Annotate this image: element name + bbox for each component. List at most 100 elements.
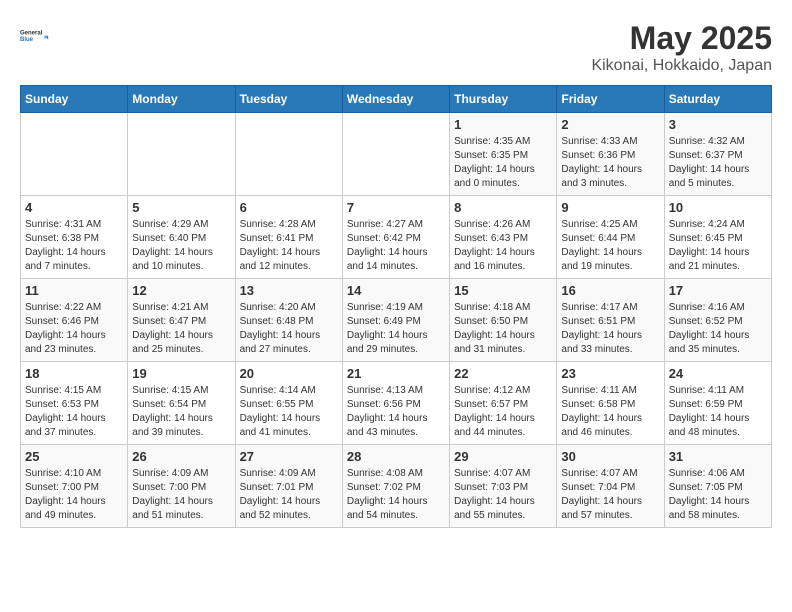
- day-info: Sunrise: 4:20 AM Sunset: 6:48 PM Dayligh…: [240, 301, 338, 357]
- calendar-cell: 11Sunrise: 4:22 AM Sunset: 6:46 PM Dayli…: [21, 279, 128, 362]
- calendar-cell: 24Sunrise: 4:11 AM Sunset: 6:59 PM Dayli…: [664, 362, 771, 445]
- calendar-cell: 2 Sunrise: 4:33 AM Sunset: 6:36 PM Daylig…: [557, 113, 664, 196]
- calendar-cell: 10Sunrise: 4:24 AM Sunset: 6:45 PM Dayli…: [664, 196, 771, 279]
- calendar-cell: 17 Sunrise: 4:16 AM Sunset: 6:52 PM Dayli…: [664, 279, 771, 362]
- day-info: Sunrise: 4:09 AM Sunset: 7:00 PM Dayligh…: [132, 467, 230, 523]
- calendar-week-1: 1 Sunrise: 4:35 AM Sunset: 6:35 PM Daylig…: [21, 113, 772, 196]
- calendar-cell: 16Sunrise: 4:17 AM Sunset: 6:51 PM Dayli…: [557, 279, 664, 362]
- day-header-saturday: Saturday: [664, 86, 771, 113]
- day-number: 6: [240, 200, 338, 215]
- day-number: 28: [347, 449, 445, 464]
- calendar-week-2: 4 Sunrise: 4:31 AM Sunset: 6:38 PM Daylig…: [21, 196, 772, 279]
- day-info: Sunrise: 4:10 AM Sunset: 7:00 PM Dayligh…: [25, 467, 123, 523]
- day-info: Sunrise: 4:31 AM Sunset: 6:38 PM Dayligh…: [25, 218, 123, 274]
- calendar-cell: 9 Sunrise: 4:25 AM Sunset: 6:44 PM Daylig…: [557, 196, 664, 279]
- day-header-friday: Friday: [557, 86, 664, 113]
- calendar-cell: 4 Sunrise: 4:31 AM Sunset: 6:38 PM Daylig…: [21, 196, 128, 279]
- day-info: Sunrise: 4:11 AM Sunset: 6:58 PM Dayligh…: [561, 384, 659, 440]
- calendar-cell: [128, 113, 235, 196]
- day-number: 15: [454, 283, 552, 298]
- day-info: Sunrise: 4:21 AM Sunset: 6:47 PM Dayligh…: [132, 301, 230, 357]
- calendar-cell: [342, 113, 449, 196]
- day-info: Sunrise: 4:33 AM Sunset: 6:36 PM Dayligh…: [561, 135, 659, 191]
- day-number: 3: [669, 117, 767, 132]
- day-number: 24: [669, 366, 767, 381]
- day-header-sunday: Sunday: [21, 86, 128, 113]
- day-number: 17: [669, 283, 767, 298]
- logo-icon: GeneralBlue: [20, 20, 50, 50]
- day-number: 20: [240, 366, 338, 381]
- day-number: 4: [25, 200, 123, 215]
- calendar-cell: [21, 113, 128, 196]
- svg-text:General: General: [20, 30, 43, 36]
- calendar-cell: 19 Sunrise: 4:15 AM Sunset: 6:54 PM Dayli…: [128, 362, 235, 445]
- day-info: Sunrise: 4:16 AM Sunset: 6:52 PM Dayligh…: [669, 301, 767, 357]
- day-header-tuesday: Tuesday: [235, 86, 342, 113]
- day-info: Sunrise: 4:08 AM Sunset: 7:02 PM Dayligh…: [347, 467, 445, 523]
- calendar-title: May 2025: [591, 20, 772, 57]
- days-header-row: SundayMondayTuesdayWednesdayThursdayFrid…: [21, 86, 772, 113]
- calendar-week-3: 11Sunrise: 4:22 AM Sunset: 6:46 PM Dayli…: [21, 279, 772, 362]
- calendar-cell: 8 Sunrise: 4:26 AM Sunset: 6:43 PM Daylig…: [450, 196, 557, 279]
- day-header-monday: Monday: [128, 86, 235, 113]
- calendar-subtitle: Kikonai, Hokkaido, Japan: [591, 57, 772, 75]
- day-info: Sunrise: 4:35 AM Sunset: 6:35 PM Dayligh…: [454, 135, 552, 191]
- calendar-cell: 13 Sunrise: 4:20 AM Sunset: 6:48 PM Dayli…: [235, 279, 342, 362]
- day-number: 14: [347, 283, 445, 298]
- day-number: 2: [561, 117, 659, 132]
- day-info: Sunrise: 4:29 AM Sunset: 6:40 PM Dayligh…: [132, 218, 230, 274]
- calendar-week-4: 18 Sunrise: 4:15 AM Sunset: 6:53 PM Dayli…: [21, 362, 772, 445]
- day-number: 8: [454, 200, 552, 215]
- calendar-cell: [235, 113, 342, 196]
- day-number: 27: [240, 449, 338, 464]
- calendar-cell: 18 Sunrise: 4:15 AM Sunset: 6:53 PM Dayli…: [21, 362, 128, 445]
- day-number: 29: [454, 449, 552, 464]
- day-info: Sunrise: 4:15 AM Sunset: 6:53 PM Dayligh…: [25, 384, 123, 440]
- day-info: Sunrise: 4:12 AM Sunset: 6:57 PM Dayligh…: [454, 384, 552, 440]
- calendar-cell: 28 Sunrise: 4:08 AM Sunset: 7:02 PM Dayli…: [342, 445, 449, 528]
- logo: GeneralBlue: [20, 20, 50, 50]
- day-number: 10: [669, 200, 767, 215]
- calendar-cell: 3 Sunrise: 4:32 AM Sunset: 6:37 PM Daylig…: [664, 113, 771, 196]
- day-info: Sunrise: 4:27 AM Sunset: 6:42 PM Dayligh…: [347, 218, 445, 274]
- day-number: 18: [25, 366, 123, 381]
- day-info: Sunrise: 4:07 AM Sunset: 7:03 PM Dayligh…: [454, 467, 552, 523]
- calendar-cell: 5 Sunrise: 4:29 AM Sunset: 6:40 PM Daylig…: [128, 196, 235, 279]
- day-number: 16: [561, 283, 659, 298]
- day-number: 7: [347, 200, 445, 215]
- page-header: GeneralBlue May 2025 Kikonai, Hokkaido, …: [20, 20, 772, 75]
- day-info: Sunrise: 4:15 AM Sunset: 6:54 PM Dayligh…: [132, 384, 230, 440]
- day-info: Sunrise: 4:14 AM Sunset: 6:55 PM Dayligh…: [240, 384, 338, 440]
- calendar-table: SundayMondayTuesdayWednesdayThursdayFrid…: [20, 85, 772, 528]
- day-number: 9: [561, 200, 659, 215]
- day-info: Sunrise: 4:19 AM Sunset: 6:49 PM Dayligh…: [347, 301, 445, 357]
- day-info: Sunrise: 4:22 AM Sunset: 6:46 PM Dayligh…: [25, 301, 123, 357]
- day-number: 5: [132, 200, 230, 215]
- day-info: Sunrise: 4:07 AM Sunset: 7:04 PM Dayligh…: [561, 467, 659, 523]
- calendar-cell: 6Sunrise: 4:28 AM Sunset: 6:41 PM Daylig…: [235, 196, 342, 279]
- day-info: Sunrise: 4:09 AM Sunset: 7:01 PM Dayligh…: [240, 467, 338, 523]
- calendar-cell: 21Sunrise: 4:13 AM Sunset: 6:56 PM Dayli…: [342, 362, 449, 445]
- day-info: Sunrise: 4:18 AM Sunset: 6:50 PM Dayligh…: [454, 301, 552, 357]
- day-number: 19: [132, 366, 230, 381]
- calendar-cell: 26Sunrise: 4:09 AM Sunset: 7:00 PM Dayli…: [128, 445, 235, 528]
- calendar-cell: 25Sunrise: 4:10 AM Sunset: 7:00 PM Dayli…: [21, 445, 128, 528]
- calendar-cell: 22 Sunrise: 4:12 AM Sunset: 6:57 PM Dayli…: [450, 362, 557, 445]
- day-header-wednesday: Wednesday: [342, 86, 449, 113]
- day-number: 12: [132, 283, 230, 298]
- day-number: 31: [669, 449, 767, 464]
- day-number: 30: [561, 449, 659, 464]
- calendar-cell: 14 Sunrise: 4:19 AM Sunset: 6:49 PM Dayli…: [342, 279, 449, 362]
- svg-text:Blue: Blue: [20, 37, 34, 43]
- calendar-cell: 30 Sunrise: 4:07 AM Sunset: 7:04 PM Dayli…: [557, 445, 664, 528]
- day-info: Sunrise: 4:25 AM Sunset: 6:44 PM Dayligh…: [561, 218, 659, 274]
- calendar-cell: 20 Sunrise: 4:14 AM Sunset: 6:55 PM Dayli…: [235, 362, 342, 445]
- calendar-week-5: 25Sunrise: 4:10 AM Sunset: 7:00 PM Dayli…: [21, 445, 772, 528]
- day-number: 1: [454, 117, 552, 132]
- calendar-cell: 31 Sunrise: 4:06 AM Sunset: 7:05 PM Dayli…: [664, 445, 771, 528]
- day-info: Sunrise: 4:06 AM Sunset: 7:05 PM Dayligh…: [669, 467, 767, 523]
- day-number: 22: [454, 366, 552, 381]
- day-number: 13: [240, 283, 338, 298]
- day-info: Sunrise: 4:32 AM Sunset: 6:37 PM Dayligh…: [669, 135, 767, 191]
- day-info: Sunrise: 4:26 AM Sunset: 6:43 PM Dayligh…: [454, 218, 552, 274]
